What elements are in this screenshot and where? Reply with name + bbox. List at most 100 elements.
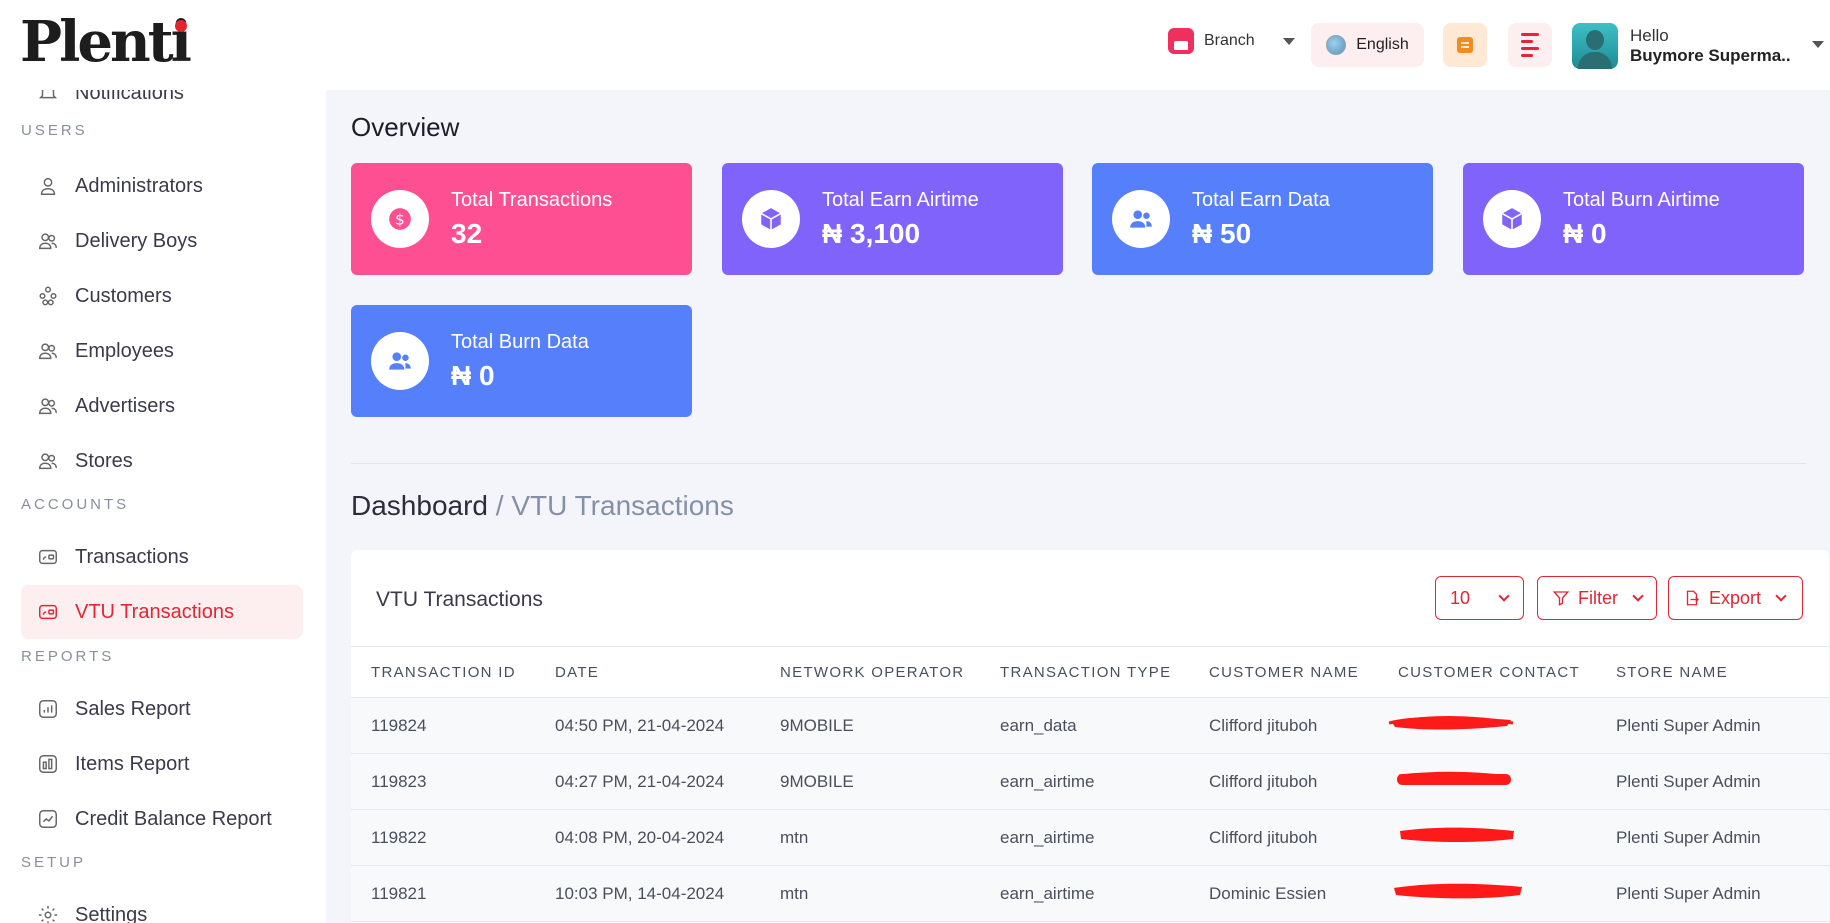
sidebar-item-label: Items Report bbox=[75, 752, 190, 775]
sidebar-item-label: Stores bbox=[75, 449, 133, 472]
stat-card-total-earn-data: Total Earn Data ₦ 50 bbox=[1092, 163, 1433, 275]
export-label: Export bbox=[1709, 587, 1762, 608]
sidebar-item-employees[interactable]: Employees bbox=[21, 324, 303, 378]
stat-label: Total Burn Data bbox=[451, 330, 589, 353]
table-row[interactable]: 119824 04:50 PM, 21-04-2024 9MOBILE earn… bbox=[351, 698, 1829, 754]
vtu-transactions-card: VTU Transactions 10 Filter Export TRANSA… bbox=[351, 550, 1829, 923]
bar-chart-icon bbox=[37, 698, 59, 720]
redacted-contact bbox=[1394, 883, 1522, 899]
sidebar-item-settings[interactable]: Settings bbox=[21, 888, 303, 923]
menu-toggle-button[interactable] bbox=[1508, 23, 1552, 67]
sidebar-item-administrators[interactable]: Administrators bbox=[21, 159, 303, 213]
users-icon bbox=[371, 332, 429, 390]
cell-network-operator: mtn bbox=[780, 828, 809, 847]
cell-store-name: Plenti Super Admin bbox=[1616, 716, 1761, 735]
breadcrumb-current: VTU Transactions bbox=[511, 490, 734, 521]
sidebar-item-delivery-boys[interactable]: Delivery Boys bbox=[21, 214, 303, 268]
user-icon bbox=[37, 175, 59, 197]
sidebar-item-credit-balance-report[interactable]: Credit Balance Report bbox=[21, 792, 303, 846]
wallet-icon bbox=[37, 546, 59, 568]
page-size-select[interactable]: 10 bbox=[1435, 576, 1524, 620]
cell-transaction-type: earn_airtime bbox=[1000, 828, 1095, 847]
filter-button[interactable]: Filter bbox=[1537, 576, 1657, 620]
users-icon bbox=[37, 340, 59, 362]
sidebar-item-items-report[interactable]: Items Report bbox=[21, 737, 303, 791]
stat-value: ₦ 0 bbox=[1563, 217, 1607, 249]
globe-icon bbox=[1326, 35, 1347, 55]
sidebar-item-label: Settings bbox=[75, 903, 148, 923]
cell-customer-name: Dominic Essien bbox=[1209, 884, 1327, 903]
chevron-down-icon bbox=[1632, 590, 1644, 602]
cell-network-operator: 9MOBILE bbox=[780, 772, 854, 791]
svg-text:$: $ bbox=[395, 210, 405, 228]
stat-card-total-transactions: $ Total Transactions 32 bbox=[351, 163, 692, 275]
breadcrumb-separator: / bbox=[495, 490, 504, 521]
stat-card-total-burn-data: Total Burn Data ₦ 0 bbox=[351, 305, 692, 417]
branch-label: Branch bbox=[1204, 32, 1255, 49]
sidebar-item-stores[interactable]: Stores bbox=[21, 434, 303, 488]
redacted-contact bbox=[1400, 827, 1514, 842]
plenti-logo[interactable]: Plenti bbox=[20, 14, 192, 70]
sidebar-item-transactions[interactable]: Transactions bbox=[21, 530, 303, 584]
language-label: English bbox=[1356, 36, 1409, 53]
table-row[interactable]: 119823 04:27 PM, 21-04-2024 9MOBILE earn… bbox=[351, 754, 1829, 810]
overview-title: Overview bbox=[351, 112, 460, 142]
column-header[interactable]: DATE bbox=[555, 664, 599, 681]
stat-value: ₦ 0 bbox=[451, 359, 495, 391]
export-button[interactable]: Export bbox=[1668, 576, 1803, 620]
cell-store-name: Plenti Super Admin bbox=[1616, 828, 1761, 847]
cell-transaction-id: 119823 bbox=[371, 772, 427, 791]
table-row[interactable]: 119821 10:03 PM, 14-04-2024 mtn earn_air… bbox=[351, 866, 1829, 922]
table-header: TRANSACTION ID DATE NETWORK OPERATOR TRA… bbox=[351, 646, 1829, 698]
sidebar-item-label: Credit Balance Report bbox=[75, 807, 272, 830]
sidebar: Notifications USERS Administrators Deliv… bbox=[0, 78, 326, 923]
store-icon bbox=[1168, 28, 1194, 54]
cell-transaction-type: earn_data bbox=[1000, 716, 1077, 735]
cell-transaction-id: 119821 bbox=[371, 884, 427, 903]
sidebar-item-label: Delivery Boys bbox=[75, 229, 198, 252]
menu-icon-line bbox=[1521, 54, 1533, 57]
cell-customer-name: Clifford jituboh bbox=[1209, 772, 1318, 791]
column-header[interactable]: CUSTOMER CONTACT bbox=[1398, 664, 1580, 681]
column-header[interactable]: TRANSACTION ID bbox=[371, 664, 516, 681]
user-profile[interactable]: Hello Buymore Superma.. bbox=[1572, 23, 1791, 69]
box-icon bbox=[742, 190, 800, 248]
trend-chart-icon bbox=[37, 808, 59, 830]
column-header[interactable]: NETWORK OPERATOR bbox=[780, 664, 964, 681]
language-button[interactable]: English bbox=[1311, 23, 1424, 67]
cell-date: 04:08 PM, 20-04-2024 bbox=[555, 828, 725, 847]
export-icon bbox=[1686, 590, 1699, 606]
sidebar-item-sales-report[interactable]: Sales Report bbox=[21, 682, 303, 736]
stat-card-total-earn-airtime: Total Earn Airtime ₦ 3,100 bbox=[722, 163, 1063, 275]
column-header[interactable]: CUSTOMER NAME bbox=[1209, 664, 1359, 681]
top-header: Plenti Branch English Hello Buymore Supe… bbox=[0, 0, 1830, 90]
branch-selector[interactable]: Branch bbox=[1168, 28, 1295, 54]
logo-text: Plenti bbox=[20, 9, 192, 75]
columns-chart-icon bbox=[37, 753, 59, 775]
messages-button[interactable] bbox=[1443, 23, 1487, 67]
user-menu-caret-icon[interactable] bbox=[1812, 41, 1824, 48]
sidebar-item-customers[interactable]: Customers bbox=[21, 269, 303, 323]
sidebar-item-vtu-transactions[interactable]: VTU Transactions bbox=[21, 585, 303, 639]
sidebar-item-label: VTU Transactions bbox=[75, 600, 234, 623]
caret-down-icon bbox=[1282, 37, 1295, 45]
filter-label: Filter bbox=[1578, 587, 1618, 608]
cell-date: 10:03 PM, 14-04-2024 bbox=[555, 884, 725, 903]
stat-value: ₦ 3,100 bbox=[822, 217, 921, 249]
section-accounts: ACCOUNTS bbox=[21, 496, 130, 513]
table-row[interactable]: 119822 04:08 PM, 20-04-2024 mtn earn_air… bbox=[351, 810, 1829, 866]
wallet-icon bbox=[37, 601, 59, 623]
stat-label: Total Transactions bbox=[451, 188, 613, 211]
page-size-value: 10 bbox=[1450, 587, 1471, 608]
cell-date: 04:50 PM, 21-04-2024 bbox=[555, 716, 725, 735]
users-icon bbox=[37, 395, 59, 417]
stat-label: Total Earn Data bbox=[1192, 188, 1330, 211]
users-icon bbox=[1112, 190, 1170, 248]
redacted-contact bbox=[1388, 716, 1514, 730]
breadcrumb-root[interactable]: Dashboard bbox=[351, 490, 488, 521]
column-header[interactable]: TRANSACTION TYPE bbox=[1000, 664, 1171, 681]
filter-icon bbox=[1552, 591, 1570, 606]
sidebar-item-advertisers[interactable]: Advertisers bbox=[21, 379, 303, 433]
column-header[interactable]: STORE NAME bbox=[1616, 664, 1728, 681]
box-icon bbox=[1483, 190, 1541, 248]
